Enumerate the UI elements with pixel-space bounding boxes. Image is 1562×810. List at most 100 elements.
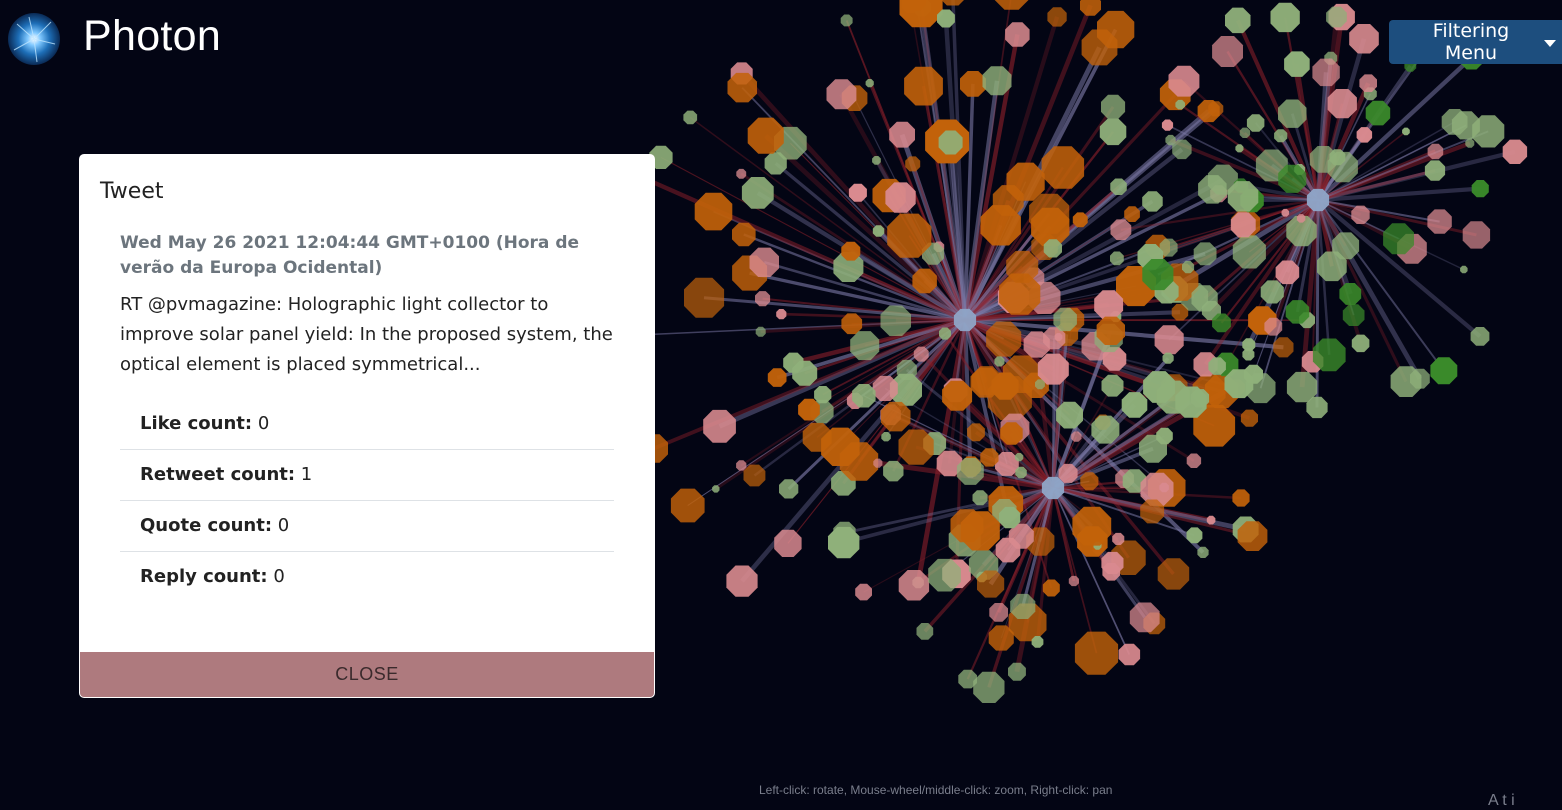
graph-node[interactable] xyxy=(768,368,787,387)
graph-node[interactable] xyxy=(960,71,986,97)
graph-node[interactable] xyxy=(1035,379,1045,389)
graph-node[interactable] xyxy=(732,223,756,247)
graph-node[interactable] xyxy=(873,376,898,401)
graph-node[interactable] xyxy=(993,185,1024,216)
graph-node[interactable] xyxy=(1343,304,1365,326)
graph-node[interactable] xyxy=(1073,212,1088,227)
graph-node[interactable] xyxy=(1055,333,1063,341)
graph-node[interactable] xyxy=(1357,127,1373,143)
graph-node[interactable] xyxy=(1351,206,1369,224)
graph-node[interactable] xyxy=(1080,472,1098,490)
graph-node[interactable] xyxy=(1165,135,1175,145)
graph-node[interactable] xyxy=(1242,338,1255,351)
graph-node[interactable] xyxy=(1124,206,1140,222)
graph-node[interactable] xyxy=(957,458,984,485)
graph-node[interactable] xyxy=(1072,507,1111,546)
graph-node[interactable] xyxy=(899,430,934,465)
graph-node[interactable] xyxy=(750,248,780,277)
graph-node[interactable] xyxy=(917,623,934,640)
graph-node[interactable] xyxy=(1472,180,1489,197)
graph-node[interactable] xyxy=(755,291,770,306)
graph-node[interactable] xyxy=(798,399,820,421)
graph-node[interactable] xyxy=(1140,500,1164,524)
graph-node[interactable] xyxy=(1032,636,1044,648)
graph-node[interactable] xyxy=(904,67,943,106)
graph-node[interactable] xyxy=(748,118,784,154)
graph-node[interactable] xyxy=(1306,397,1327,418)
graph-node[interactable] xyxy=(736,169,746,179)
graph-node[interactable] xyxy=(973,672,1004,703)
graph-node[interactable] xyxy=(1442,109,1468,135)
graph-node[interactable] xyxy=(1042,146,1085,189)
graph-node[interactable] xyxy=(1163,353,1174,364)
graph-node[interactable] xyxy=(1278,165,1306,193)
graph-node[interactable] xyxy=(942,381,972,411)
graph-node[interactable] xyxy=(1274,129,1287,142)
graph-node[interactable] xyxy=(1465,139,1474,148)
graph-node[interactable] xyxy=(1059,464,1078,483)
graph-node[interactable] xyxy=(1069,576,1079,586)
graph-node[interactable] xyxy=(1472,115,1504,147)
graph-node[interactable] xyxy=(881,306,912,337)
graph-node[interactable] xyxy=(1000,422,1023,445)
graph-node[interactable] xyxy=(1297,214,1306,223)
graph-node[interactable] xyxy=(1225,8,1251,33)
graph-node[interactable] xyxy=(1139,435,1167,463)
graph-node[interactable] xyxy=(712,485,719,492)
graph-node[interactable] xyxy=(683,111,697,125)
graph-node[interactable] xyxy=(774,530,801,557)
graph-node[interactable] xyxy=(928,559,961,592)
graph-node[interactable] xyxy=(1142,259,1173,290)
graph-node[interactable] xyxy=(776,309,786,319)
graph-node[interactable] xyxy=(1097,317,1125,345)
graph-node[interactable] xyxy=(1162,120,1173,131)
graph-node[interactable] xyxy=(1241,410,1258,427)
graph-node[interactable] xyxy=(1207,516,1216,525)
graph-node[interactable] xyxy=(1212,36,1243,67)
graph-node[interactable] xyxy=(873,225,885,237)
filtering-menu-button[interactable]: Filtering Menu xyxy=(1389,20,1562,64)
graph-node[interactable] xyxy=(1273,337,1293,357)
graph-node[interactable] xyxy=(736,460,746,470)
graph-node[interactable] xyxy=(695,193,733,231)
graph-node[interactable] xyxy=(1247,114,1265,132)
graph-node[interactable] xyxy=(1231,212,1256,237)
graph-node[interactable] xyxy=(973,490,988,505)
graph-node[interactable] xyxy=(1329,149,1345,165)
graph-node[interactable] xyxy=(1332,232,1359,259)
graph-node[interactable] xyxy=(1228,181,1259,212)
graph-node[interactable] xyxy=(881,402,911,432)
graph-node[interactable] xyxy=(989,603,1008,622)
graph-node[interactable] xyxy=(1471,327,1490,346)
graph-node[interactable] xyxy=(779,479,798,498)
graph-node[interactable] xyxy=(1383,223,1414,254)
graph-node[interactable] xyxy=(977,571,1004,598)
graph-node[interactable] xyxy=(1425,160,1445,180)
graph-node[interactable] xyxy=(827,79,857,109)
graph-node[interactable] xyxy=(1503,140,1527,164)
graph-node[interactable] xyxy=(852,384,876,408)
graph-node[interactable] xyxy=(1112,533,1124,545)
graph-node[interactable] xyxy=(937,10,955,28)
graph-node[interactable] xyxy=(1328,89,1357,118)
graph-node[interactable] xyxy=(1102,375,1124,397)
graph-node[interactable] xyxy=(1282,209,1290,217)
graph-node[interactable] xyxy=(1463,221,1490,248)
graph-node[interactable] xyxy=(939,131,963,155)
graph-node[interactable] xyxy=(1110,179,1127,196)
graph-node[interactable] xyxy=(855,584,872,601)
graph-node[interactable] xyxy=(1264,318,1282,336)
graph-node[interactable] xyxy=(1427,209,1451,233)
graph-node[interactable] xyxy=(1402,128,1410,136)
graph-node[interactable] xyxy=(1111,219,1132,240)
graph-node[interactable] xyxy=(885,182,915,212)
graph-node[interactable] xyxy=(1169,66,1200,97)
graph-node[interactable] xyxy=(1122,392,1148,418)
graph-node[interactable] xyxy=(1158,558,1190,589)
graph-node[interactable] xyxy=(1284,51,1310,77)
graph-node[interactable] xyxy=(994,0,1028,10)
graph-node[interactable] xyxy=(671,489,705,523)
graph-node[interactable] xyxy=(1428,144,1444,160)
graph-node[interactable] xyxy=(1187,527,1203,543)
graph-node[interactable] xyxy=(1071,432,1081,442)
